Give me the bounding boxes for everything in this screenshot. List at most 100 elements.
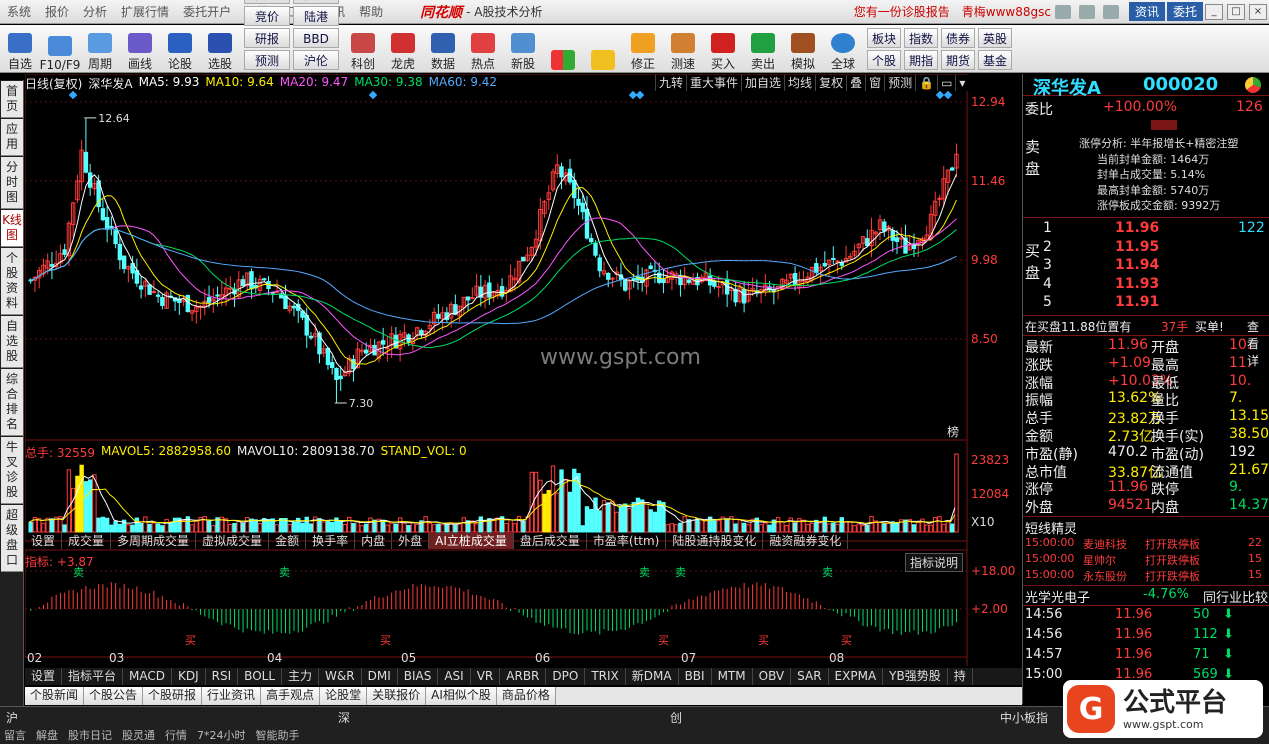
message-icon[interactable]	[1078, 4, 1095, 19]
tool-nine-turn[interactable]: 九转	[655, 75, 687, 91]
layout-button[interactable]	[545, 26, 581, 72]
kline-chart[interactable]: 12.94 11.46 9.98 8.50 23823 12084 X10 +18.00 +2.…	[25, 74, 1022, 666]
indtab-wr[interactable]: W&R	[319, 668, 362, 685]
indtab-bbi[interactable]: BBI	[679, 668, 712, 685]
tool-add-favorite[interactable]: 加自选	[741, 75, 785, 91]
indtab-obv[interactable]: OBV	[753, 668, 792, 685]
toolbar-auction-button[interactable]: 竞价	[244, 6, 290, 26]
indtab-vr[interactable]: VR	[471, 668, 501, 685]
menu-extended[interactable]: 扩展行情	[114, 3, 176, 20]
sidetab-apps[interactable]: 应用	[1, 119, 23, 156]
toolbar-uk-button[interactable]: 英股	[978, 28, 1012, 48]
hotspot-button[interactable]: 热点	[465, 26, 501, 72]
indtab-settings[interactable]: 设置	[25, 668, 63, 685]
star-market-button[interactable]: 科创	[345, 26, 381, 72]
sidetab-ranking[interactable]: 综合排名	[1, 369, 23, 436]
mail-icon[interactable]	[1054, 4, 1071, 19]
voltab-outer[interactable]: 外盘	[392, 533, 430, 549]
simulate-button[interactable]: 模拟	[785, 26, 821, 72]
sector-name[interactable]: 光学光电子	[1025, 587, 1090, 606]
status-link-diary[interactable]: 股市日记	[68, 727, 112, 743]
draw-line-button[interactable]: 画线	[122, 26, 158, 72]
newstab-research[interactable]: 个股研报	[143, 687, 203, 705]
voltab-ai-volume[interactable]: AI立桩成交量	[429, 533, 514, 549]
buy-button[interactable]: 买入	[705, 26, 741, 72]
status-link-quotes[interactable]: 行情	[165, 727, 187, 743]
indtab-bias[interactable]: BIAS	[398, 668, 439, 685]
limit-analysis-text[interactable]: 涨停分析: 半年报增长+精密注塑	[1079, 136, 1238, 152]
indtab-macd[interactable]: MACD	[123, 668, 173, 685]
toolbar-hk-connect-button[interactable]: 陆港	[293, 6, 339, 26]
status-link-24h[interactable]: 7*24小时	[197, 727, 246, 743]
tool-forecast[interactable]: 预测	[884, 75, 916, 91]
toolbar-fund-button[interactable]: 基金	[978, 50, 1012, 70]
voltab-amount[interactable]: 金额	[269, 533, 307, 549]
indtab-sar[interactable]: SAR	[791, 668, 829, 685]
newstab-expert-views[interactable]: 高手观点	[261, 687, 321, 705]
indtab-expma[interactable]: EXPMA	[829, 668, 884, 685]
indtab-arbr[interactable]: ARBR	[500, 668, 547, 685]
favorites-button[interactable]: 自选	[2, 26, 38, 72]
voltab-inner[interactable]: 内盘	[355, 533, 393, 549]
global-button[interactable]: 全球	[825, 26, 861, 72]
collapse-icon[interactable]	[1151, 120, 1177, 130]
shirt-icon[interactable]	[1102, 4, 1119, 19]
toolbar-futures-button[interactable]: 期货	[941, 50, 975, 70]
info-button[interactable]: 资讯	[1128, 2, 1165, 21]
sidetab-watchlist[interactable]: 自选股	[1, 316, 23, 368]
sector-compare-link[interactable]: 同行业比较	[1203, 587, 1268, 606]
toolbar-stock-button[interactable]: 个股	[867, 50, 901, 70]
tool-moving-average[interactable]: 均线	[784, 75, 816, 91]
bid-row[interactable]: 3 11.94	[1023, 257, 1269, 275]
voltab-settings[interactable]: 设置	[25, 533, 63, 549]
status-link-stock-alert[interactable]: 股灵通	[122, 727, 155, 743]
data-button[interactable]: 数据	[425, 26, 461, 72]
voltab-virtual[interactable]: 虚拟成交量	[196, 533, 270, 549]
menu-help[interactable]: 帮助	[352, 3, 390, 20]
indtab-yb-strong[interactable]: YB强势股	[883, 668, 948, 685]
menu-system[interactable]: 系统	[0, 3, 38, 20]
elves-title[interactable]: 短线精灵	[1025, 518, 1077, 537]
period-button[interactable]: 周期	[82, 26, 118, 72]
toolbar-news-button[interactable]: 资讯	[244, 0, 290, 4]
f10-button[interactable]: F10/F9	[40, 26, 80, 72]
ipo-button[interactable]: 新股	[505, 26, 541, 72]
menu-analysis[interactable]: 分析	[76, 3, 114, 20]
status-cy[interactable]: 创	[670, 709, 682, 726]
toolbar-bond-button[interactable]: 债券	[941, 28, 975, 48]
tool-overlay[interactable]: 叠	[846, 75, 866, 91]
lock-icon[interactable]: 🔒	[915, 75, 938, 91]
minimize-icon[interactable]: _	[1205, 3, 1223, 20]
sidetab-kline[interactable]: K线图	[1, 210, 23, 247]
bid-row[interactable]: 2 11.95	[1023, 239, 1269, 257]
chevron-down-icon[interactable]: ▾	[955, 75, 969, 91]
maximize-icon[interactable]: □	[1227, 3, 1245, 20]
sidetab-timeshare[interactable]: 分时图	[1, 157, 23, 209]
tool-window[interactable]: 窗	[865, 75, 885, 91]
tool-adjust[interactable]: 复权	[815, 75, 847, 91]
toolbar-sector-button[interactable]: 板块	[867, 28, 901, 48]
sidetab-stock-profile[interactable]: 个股资料	[1, 248, 23, 315]
toolbar-futures-index-button[interactable]: 期指	[904, 50, 938, 70]
close-icon[interactable]: ×	[1249, 3, 1267, 20]
newstab-forum[interactable]: 论股堂	[320, 687, 368, 705]
status-link-assistant[interactable]: 智能助手	[256, 727, 300, 743]
status-link-analysis[interactable]: 解盘	[36, 727, 58, 743]
indtab-main-force[interactable]: 主力	[282, 668, 320, 685]
pick-stock-button[interactable]: 选股	[202, 26, 238, 72]
indtab-platform[interactable]: 指标平台	[62, 668, 124, 685]
discuss-stock-button[interactable]: 论股	[162, 26, 198, 72]
toolbar-london-button[interactable]: 沪伦	[293, 50, 339, 70]
status-sh[interactable]: 沪	[6, 709, 18, 726]
indtab-more[interactable]: 持	[948, 668, 973, 685]
voltab-after-hours[interactable]: 盘后成交量	[514, 533, 587, 549]
indicator-explain-button[interactable]: 指标说明	[905, 553, 964, 572]
toolbar-forecast-button[interactable]: 预测	[244, 50, 290, 70]
indtab-dmi[interactable]: DMI	[362, 668, 398, 685]
bid-row[interactable]: 1 11.96 122	[1023, 220, 1269, 238]
sidetab-home[interactable]: 首页	[1, 81, 23, 118]
status-sme-index[interactable]: 中小板指	[1000, 709, 1048, 726]
newstab-stock-news[interactable]: 个股新闻	[25, 687, 85, 705]
period-label[interactable]: 日线(复权)	[25, 75, 82, 91]
status-link-message[interactable]: 留言	[4, 727, 26, 743]
